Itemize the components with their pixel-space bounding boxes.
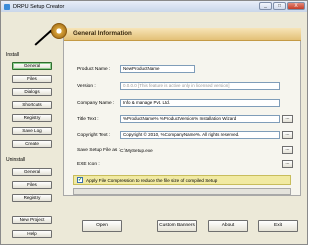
app-icon [4,3,10,10]
save-setup-label: Save Setup File as : [77,148,120,153]
install-files-button[interactable]: Files [12,75,52,83]
save-setup-browse-button[interactable]: ... [282,146,293,154]
title-bar: DRPU Setup Creator _ □ X [1,1,307,12]
version-label: Version : [77,84,96,89]
company-name-input[interactable]: Info & manage Pvt. Ltd. [120,99,280,107]
custom-banners-button[interactable]: Custom Banners [157,220,197,232]
install-section-label: Install [6,52,20,58]
section-header: General Information [64,28,301,41]
uninstall-registry-button[interactable]: Registry [12,194,52,202]
install-dialogs-button[interactable]: Dialogs [12,88,52,96]
install-shortcuts-button[interactable]: Shortcuts [12,101,52,109]
exit-button[interactable]: Exit [258,220,298,232]
save-setup-path: C:\MySetup.exe [120,148,153,153]
compression-checkbox[interactable]: ✓ [77,177,83,183]
company-name-label: Company Name : [77,101,115,106]
exe-icon-browse-button[interactable]: ... [282,160,293,168]
create-button[interactable]: Create [12,140,52,148]
maximize-button[interactable]: □ [273,2,286,10]
copyright-text-label: Copyright Text : [77,133,111,138]
uninstall-section-label: Uninstall [6,157,26,163]
window-controls: _ □ X [259,2,305,10]
progress-bar [73,188,291,195]
new-project-button[interactable]: New Project [12,216,52,224]
title-text-input[interactable]: %ProductName% %ProductVersion% Installat… [120,115,280,123]
copyright-text-browse-button[interactable]: ... [282,131,293,139]
title-text-label: Title Text : [77,117,99,122]
product-name-label: Product Name : [77,67,111,72]
gear-icon [51,23,67,39]
version-input[interactable]: 0.0.0.0 [This feature is active only in … [120,82,280,90]
title-text-browse-button[interactable]: ... [282,115,293,123]
install-general-button[interactable]: General [12,62,52,70]
section-title: General Information [73,30,132,37]
uninstall-general-button[interactable]: General [12,168,52,176]
window-title: DRPU Setup Creator [13,3,65,10]
about-button[interactable]: About [208,220,248,232]
product-name-input[interactable]: NewProductName [120,65,195,73]
save-log-button[interactable]: Save Log [12,127,52,135]
general-info-panel [63,28,301,196]
compression-label: Apply File Compression to reduce the fil… [86,177,218,183]
close-button[interactable]: X [287,2,305,10]
open-button[interactable]: Open [82,220,122,232]
minimize-button[interactable]: _ [259,2,272,10]
uninstall-files-button[interactable]: Files [12,181,52,189]
compression-option[interactable]: ✓ Apply File Compression to reduce the f… [73,175,291,185]
copyright-text-input[interactable]: Copyright © 2010, %CompanyName%. All rig… [120,131,280,139]
exe-icon-label: EXE Icon : [77,162,100,167]
help-button[interactable]: Help [12,230,52,238]
install-registry-button[interactable]: Registry [12,114,52,122]
